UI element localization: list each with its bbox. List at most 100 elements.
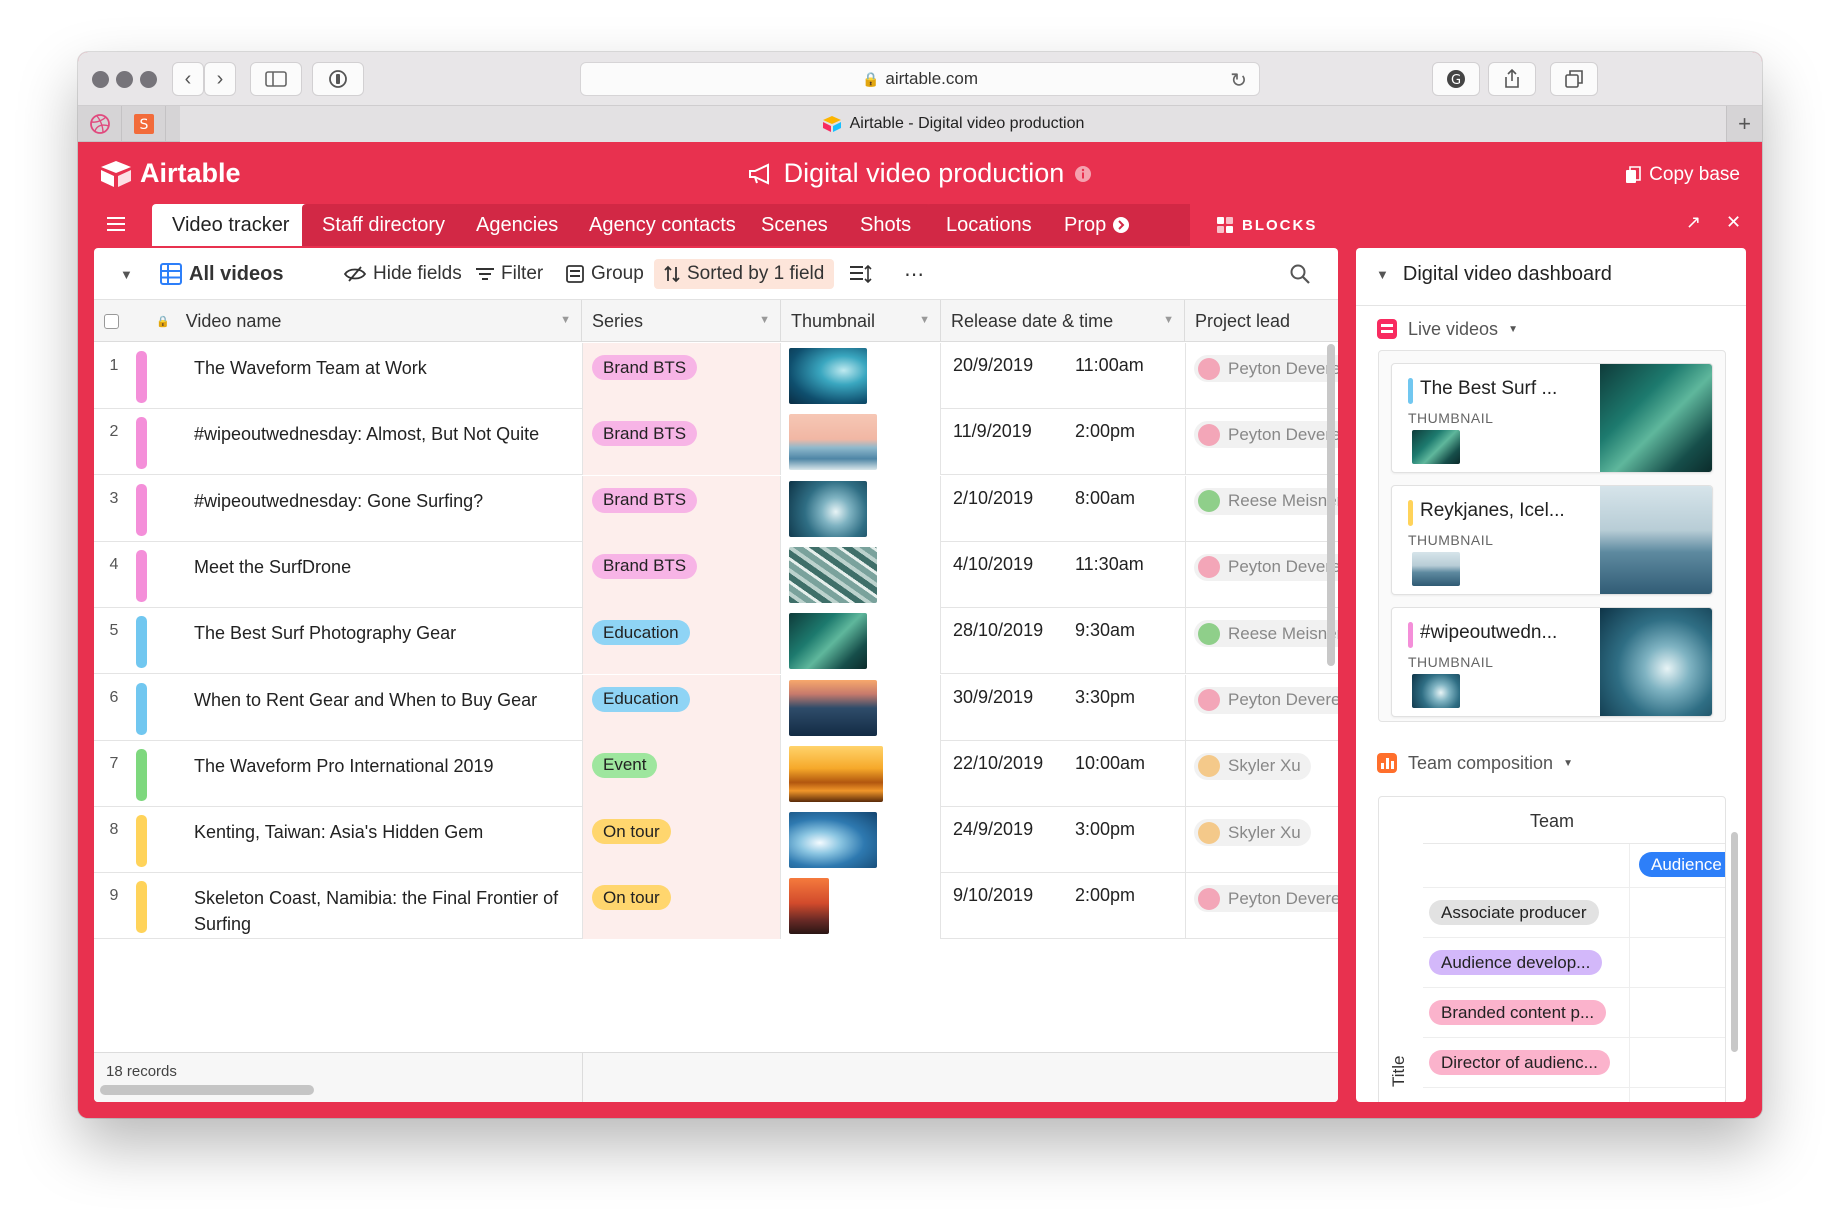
forward-button[interactable]: › [204, 62, 236, 96]
share-button[interactable] [1488, 62, 1536, 96]
select-all-checkbox[interactable] [94, 300, 146, 342]
tab-video-tracker[interactable]: Video tracker [152, 204, 310, 246]
caret-down-icon[interactable]: ▼ [560, 314, 571, 326]
horizontal-scrollbar[interactable] [100, 1085, 314, 1095]
hamburger-menu-icon[interactable] [94, 202, 138, 246]
copy-base-button[interactable]: Copy base [1625, 164, 1740, 186]
thumbnail-image[interactable] [789, 348, 867, 404]
expand-icon[interactable]: ↗ [1686, 212, 1701, 233]
cell-project-lead[interactable]: Reese Meisner [1185, 475, 1338, 542]
cell-project-lead[interactable]: Reese Meisner [1185, 608, 1338, 675]
thumbnail-image[interactable] [789, 480, 867, 537]
column-thumbnail[interactable]: Thumbnail ▼ [781, 300, 941, 342]
column-project-lead[interactable]: Project lead [1185, 300, 1338, 342]
gallery-card[interactable]: Reykjanes, Icel... THUMBNAIL [1391, 485, 1713, 595]
cell-series[interactable]: Brand BTS [582, 343, 781, 409]
search-button[interactable] [1280, 259, 1320, 289]
thumbnail-image[interactable] [789, 745, 883, 802]
cell-series[interactable]: Education [582, 608, 781, 675]
back-button[interactable]: ‹ [172, 62, 204, 96]
table-row[interactable]: 2 #wipeoutwednesday: Almost, But Not Qui… [94, 409, 1338, 476]
cell-series[interactable]: On tour [582, 873, 781, 940]
pinned-tab-sublime[interactable]: S [122, 106, 166, 142]
caret-down-icon[interactable]: ▼ [1163, 314, 1174, 326]
title-pill[interactable]: Audience develop... [1429, 950, 1603, 975]
thumbnail-image[interactable] [789, 812, 877, 869]
address-bar[interactable]: 🔒 airtable.com ↻ [580, 62, 1260, 96]
team-composition-section[interactable]: Team composition ▼ [1376, 752, 1573, 774]
table-row[interactable]: 3 #wipeoutwednesday: Gone Surfing? Brand… [94, 475, 1338, 542]
cell-video-name[interactable]: The Waveform Pro International 2019 [194, 753, 574, 779]
tab-agency-contacts[interactable]: Agency contacts [569, 204, 756, 246]
gallery-card[interactable]: The Best Surf ... THUMBNAIL [1391, 363, 1713, 473]
title-pill[interactable]: Associate producer [1429, 900, 1599, 925]
table-row[interactable]: 1 The Waveform Team at Work Brand BTS 20… [94, 343, 1338, 409]
cell-project-lead[interactable]: Skyler Xu [1185, 740, 1338, 807]
cell-project-lead[interactable]: Peyton Devereux [1185, 343, 1338, 409]
dashboard-header[interactable]: ▼ Digital video dashboard [1376, 263, 1612, 286]
column-series[interactable]: Series ▼ [582, 300, 781, 342]
zoom-window-button[interactable] [140, 71, 157, 88]
new-tab-button[interactable]: + [1726, 106, 1762, 142]
more-options-button[interactable]: ⋯ [894, 259, 934, 289]
column-release-date[interactable]: Release date & time ▼ [941, 300, 1185, 342]
minimize-window-button[interactable] [116, 71, 133, 88]
tab-staff-directory[interactable]: Staff directory [302, 204, 466, 246]
live-videos-section[interactable]: Live videos ▼ [1376, 318, 1518, 340]
cell-video-name[interactable]: Skeleton Coast, Namibia: the Final Front… [194, 885, 574, 937]
cell-video-name[interactable]: When to Rent Gear and When to Buy Gear [194, 687, 574, 713]
cell-project-lead[interactable]: Skyler Xu [1185, 807, 1338, 874]
tab-scenes[interactable]: Scenes [741, 204, 848, 246]
cell-project-lead[interactable]: Peyton Devereux [1185, 409, 1338, 476]
close-window-button[interactable] [92, 71, 109, 88]
tab-agencies[interactable]: Agencies [456, 204, 579, 246]
cell-video-name[interactable]: The Best Surf Photography Gear [194, 620, 574, 646]
table-row[interactable]: 4 Meet the SurfDrone Brand BTS 4/10/2019… [94, 541, 1338, 608]
tab-locations[interactable]: Locations [926, 204, 1052, 246]
dashboard-scrollbar[interactable] [1731, 832, 1738, 1052]
close-icon[interactable]: ✕ [1726, 212, 1741, 233]
pinned-tab-dribbble[interactable] [78, 106, 122, 142]
grammarly-extension-button[interactable]: G [1432, 62, 1480, 96]
view-menu-caret[interactable]: ▼ [110, 259, 143, 289]
cell-thumbnail[interactable] [781, 807, 941, 874]
cell-thumbnail[interactable] [781, 343, 941, 409]
gallery-card[interactable]: #wipeoutwedn... THUMBNAIL [1391, 607, 1713, 717]
column-video-name[interactable]: 🔒 Video name ▼ [146, 300, 582, 342]
cell-video-name[interactable]: The Waveform Team at Work [194, 355, 574, 381]
cell-thumbnail[interactable] [781, 608, 941, 675]
thumbnail-image[interactable] [789, 878, 829, 935]
cell-series[interactable]: Brand BTS [582, 409, 781, 476]
table-row[interactable]: 7 The Waveform Pro International 2019 Ev… [94, 740, 1338, 807]
filter-button[interactable]: Filter [466, 259, 553, 289]
caret-down-icon[interactable]: ▼ [759, 314, 770, 326]
cell-series[interactable]: Brand BTS [582, 475, 781, 542]
table-row[interactable]: 5 The Best Surf Photography Gear Educati… [94, 608, 1338, 675]
cell-video-name[interactable]: #wipeoutwednesday: Almost, But Not Quite [194, 421, 574, 447]
cell-project-lead[interactable]: Peyton Devereux [1185, 674, 1338, 741]
row-height-button[interactable] [840, 259, 882, 289]
cell-video-name[interactable]: Kenting, Taiwan: Asia's Hidden Gem [194, 819, 574, 845]
vertical-scrollbar[interactable] [1327, 344, 1335, 666]
cell-thumbnail[interactable] [781, 674, 941, 741]
table-row[interactable]: 8 Kenting, Taiwan: Asia's Hidden Gem On … [94, 807, 1338, 874]
base-title[interactable]: Digital video production [784, 158, 1065, 189]
view-switcher[interactable]: All videos [150, 259, 293, 289]
thumbnail-image[interactable] [789, 613, 867, 670]
thumbnail-image[interactable] [789, 414, 877, 471]
cell-thumbnail[interactable] [781, 475, 941, 542]
cell-series[interactable]: Event [582, 740, 781, 807]
privacy-button[interactable] [312, 62, 364, 96]
cell-project-lead[interactable]: Peyton Devereux [1185, 541, 1338, 608]
cell-release-date[interactable]: 9/10/2019 2:00pm [941, 885, 1185, 951]
show-tabs-button[interactable] [1550, 62, 1598, 96]
title-pill[interactable]: Director of audienc... [1429, 1050, 1610, 1075]
title-pill[interactable]: Branded content p... [1429, 1000, 1607, 1025]
hide-fields-button[interactable]: Hide fields [334, 259, 472, 289]
active-browser-tab[interactable]: Airtable - Digital video production [180, 106, 1726, 142]
cell-thumbnail[interactable] [781, 873, 941, 940]
sidebar-toggle-button[interactable] [250, 62, 302, 96]
cell-series[interactable]: Education [582, 674, 781, 741]
cell-video-name[interactable]: #wipeoutwednesday: Gone Surfing? [194, 488, 574, 514]
cell-thumbnail[interactable] [781, 740, 941, 807]
